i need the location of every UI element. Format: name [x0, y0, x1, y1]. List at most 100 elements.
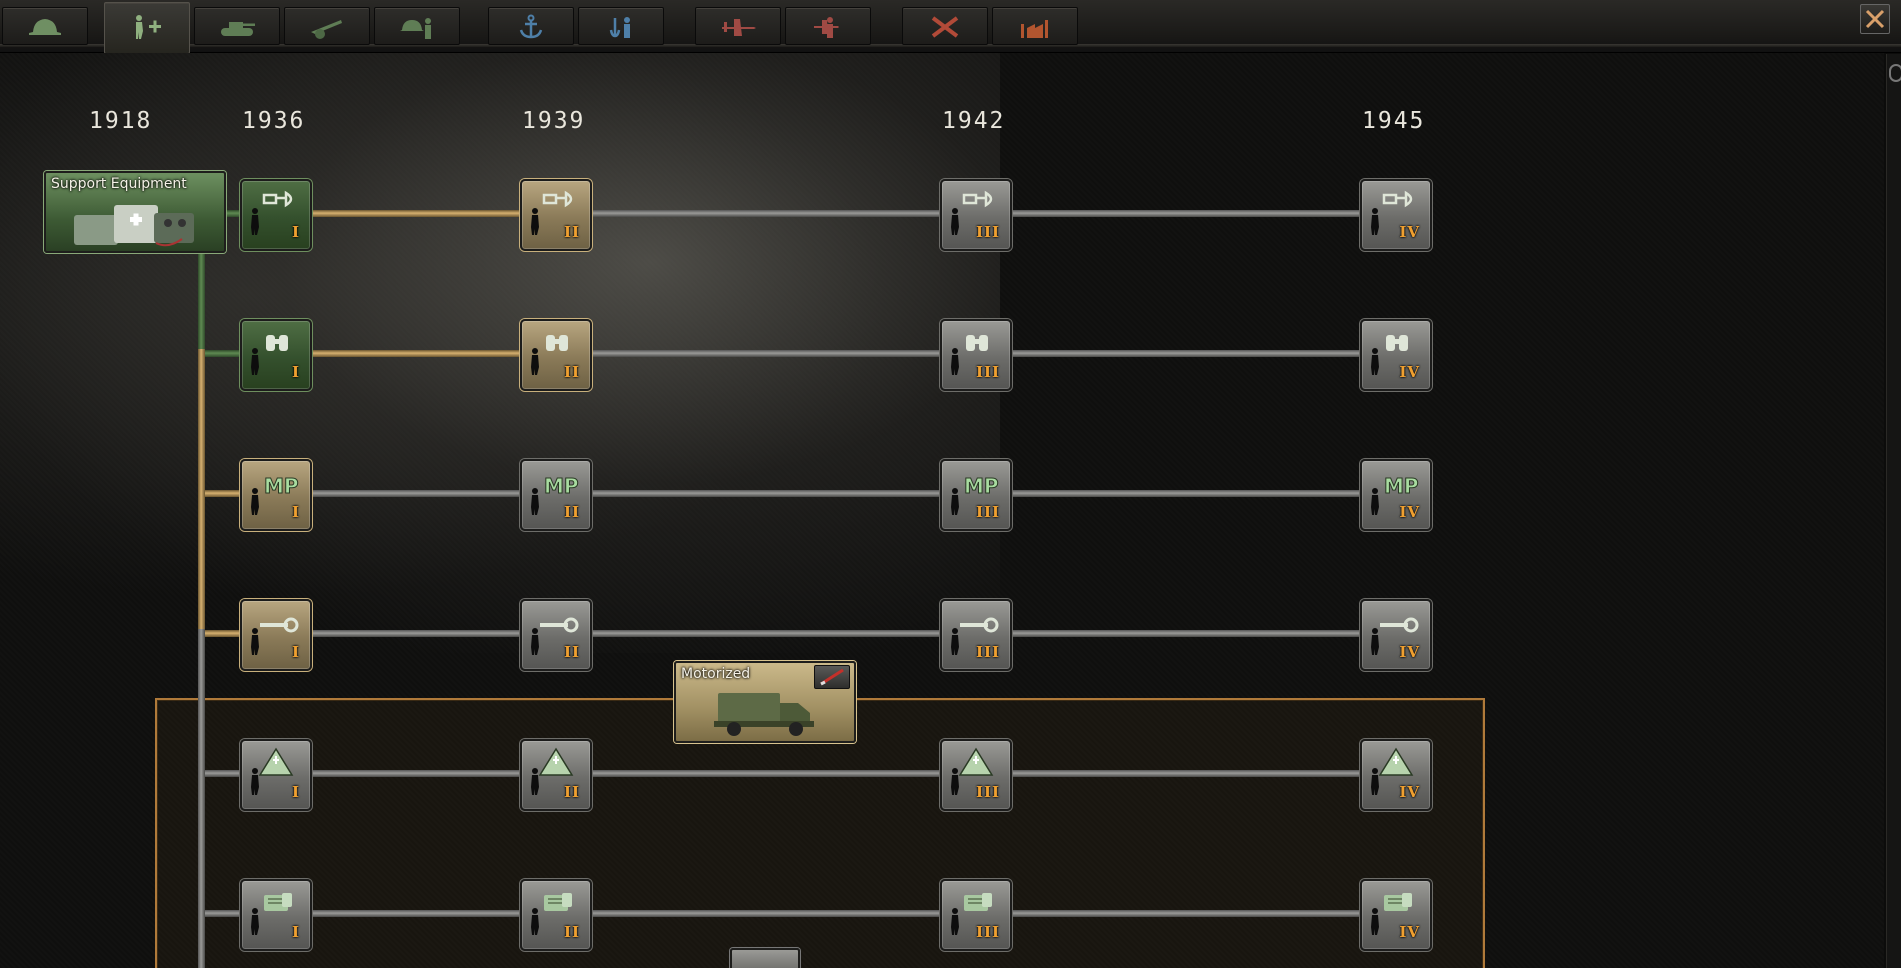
tech-logistics-i[interactable]: I	[240, 879, 312, 951]
tech-engineers-iii[interactable]: III	[940, 179, 1012, 251]
tech-level-label: III	[975, 923, 1000, 941]
tab-industry[interactable]	[992, 7, 1078, 45]
tech-recon-iii[interactable]: III	[940, 319, 1012, 391]
tech-level-label: IV	[1399, 783, 1420, 801]
svg-text:MP: MP	[544, 474, 579, 498]
tech-level-label: III	[975, 223, 1000, 241]
connector-line	[1008, 350, 1360, 357]
tech-level-label: IV	[1399, 223, 1420, 241]
tech-level-label: II	[563, 363, 580, 381]
connector-line	[1008, 210, 1360, 217]
connector-line	[308, 490, 520, 497]
tech-military-police-ii[interactable]: MP II	[520, 459, 592, 531]
tech-level-label: II	[563, 223, 580, 241]
svg-text:MP: MP	[964, 474, 999, 498]
helmet-icon	[29, 19, 61, 35]
tech-level-label: III	[975, 643, 1000, 661]
tab-naval-doctrine[interactable]	[578, 7, 664, 45]
tech-military-police-iv[interactable]: MP IV	[1360, 459, 1432, 531]
tab-land-doctrine[interactable]	[374, 7, 460, 45]
tech-logistics-ii[interactable]: II	[520, 879, 592, 951]
tech-tree-panel: 1918 1936 1939 1942 1945 I II III IV I II III I…	[0, 53, 1884, 968]
tech-logistics-iv[interactable]: IV	[1360, 879, 1432, 951]
tank-icon	[221, 22, 255, 36]
close-button[interactable]	[1860, 4, 1890, 34]
year-label: 1945	[1362, 108, 1426, 134]
close-icon	[1865, 9, 1885, 29]
connector-line	[205, 770, 240, 777]
anchor-icon	[519, 14, 543, 39]
tech-maintenance-ii[interactable]: II	[520, 599, 592, 671]
tech-recon-ii[interactable]: II	[520, 319, 592, 391]
tech-level-label: I	[291, 783, 300, 801]
tech-level-label: II	[563, 503, 580, 521]
infantry-plus-icon	[136, 15, 161, 39]
svg-text:MP: MP	[264, 474, 299, 498]
tab-air[interactable]	[695, 7, 781, 45]
artillery-icon	[311, 20, 342, 39]
tab-artillery[interactable]	[284, 7, 370, 45]
connector-line	[1008, 910, 1360, 917]
year-label: 1939	[522, 108, 586, 134]
connector-line	[205, 630, 240, 637]
tech-level-label: I	[291, 223, 300, 241]
connector-line	[308, 630, 520, 637]
connector-line	[588, 490, 940, 497]
connector-line	[588, 910, 940, 917]
tech-field-hospital-iii[interactable]: III	[940, 739, 1012, 811]
connector-line	[205, 490, 240, 497]
tech-level-label: I	[291, 363, 300, 381]
tech-level-label: IV	[1399, 923, 1420, 941]
tech-maintenance-iv[interactable]: IV	[1360, 599, 1432, 671]
support-equipment-icon	[74, 205, 194, 247]
tech-field-hospital-i[interactable]: I	[240, 739, 312, 811]
tech-maintenance-iii[interactable]: III	[940, 599, 1012, 671]
tech-engineers-i[interactable]: I	[240, 179, 312, 251]
scrollbar-thumb[interactable]	[1889, 64, 1901, 82]
tech-level-label: IV	[1399, 503, 1420, 521]
tech-level-label: I	[291, 503, 300, 521]
tech-engineers-iv[interactable]: IV	[1360, 179, 1432, 251]
tech-level-label: IV	[1399, 643, 1420, 661]
connector-line	[588, 770, 940, 777]
connector-line	[588, 350, 940, 357]
year-label: 1936	[242, 108, 306, 134]
tab-infantry[interactable]	[2, 7, 88, 45]
connector-line	[1008, 630, 1360, 637]
category-title: Support Equipment	[51, 176, 187, 192]
connector-line	[198, 629, 205, 968]
connector-line	[205, 350, 240, 357]
connector-line	[588, 210, 940, 217]
tech-level-label: III	[975, 363, 1000, 381]
factory-icon	[1021, 20, 1048, 38]
year-label: 1942	[942, 108, 1006, 134]
tech-engineers-ii[interactable]: II	[520, 179, 592, 251]
tech-recon-i[interactable]: I	[240, 319, 312, 391]
category-next[interactable]	[730, 948, 800, 968]
tech-level-label: I	[291, 923, 300, 941]
connector-line	[198, 249, 205, 349]
tech-level-label: IV	[1399, 363, 1420, 381]
tab-armor[interactable]	[194, 7, 280, 45]
year-label: 1918	[89, 108, 153, 134]
tech-category-tabbar	[0, 0, 1901, 54]
tab-engineering[interactable]	[902, 7, 988, 45]
tech-maintenance-i[interactable]: I	[240, 599, 312, 671]
tech-logistics-iii[interactable]: III	[940, 879, 1012, 951]
tech-level-label: III	[975, 503, 1000, 521]
tech-level-label: I	[291, 643, 300, 661]
tech-field-hospital-iv[interactable]: IV	[1360, 739, 1432, 811]
connector-line	[308, 770, 520, 777]
tech-military-police-i[interactable]: MP I	[240, 459, 312, 531]
category-motorized[interactable]: Motorized	[674, 661, 856, 743]
connector-line	[205, 910, 240, 917]
tab-naval[interactable]	[488, 7, 574, 45]
category-support-equipment[interactable]: Support Equipment	[44, 171, 226, 253]
tech-recon-iv[interactable]: IV	[1360, 319, 1432, 391]
tab-support[interactable]	[104, 2, 190, 54]
connector-line	[308, 350, 520, 357]
tech-military-police-iii[interactable]: MP III	[940, 459, 1012, 531]
tech-field-hospital-ii[interactable]: II	[520, 739, 592, 811]
tab-air-doctrine[interactable]	[785, 7, 871, 45]
scrollbar[interactable]	[1886, 54, 1901, 968]
